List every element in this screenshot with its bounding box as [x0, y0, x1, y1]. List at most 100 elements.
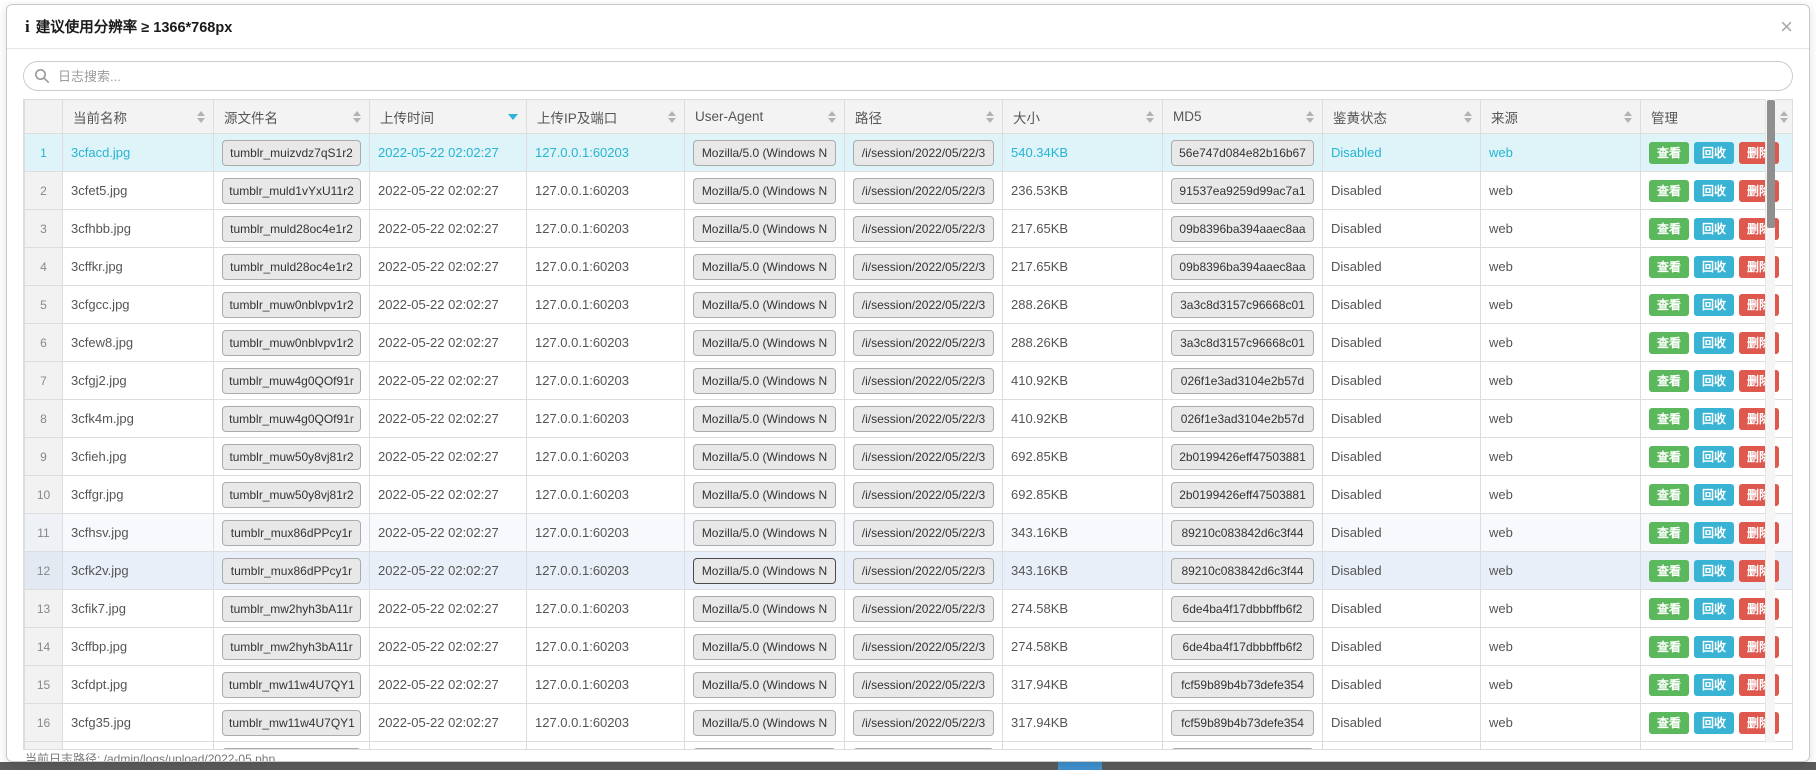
view-button[interactable]: 查看 [1649, 446, 1689, 468]
path-pill[interactable]: /i/session/2022/05/22/3 [853, 292, 994, 318]
recycle-button[interactable]: 回收 [1694, 446, 1734, 468]
user-agent-pill[interactable]: Mozilla/5.0 (Windows N [693, 330, 836, 356]
user-agent-pill[interactable]: Mozilla/5.0 (Windows N [693, 672, 836, 698]
user-agent-pill[interactable]: Mozilla/5.0 (Windows N [693, 216, 836, 242]
path-pill[interactable]: /i/session/2022/05/22/3 [853, 406, 994, 432]
view-button[interactable]: 查看 [1649, 218, 1689, 240]
source-file-pill[interactable]: tumblr_mw11w4U7QY1 [222, 710, 361, 736]
scrollbar-thumb[interactable] [1767, 100, 1775, 228]
path-pill[interactable]: /i/session/2022/05/22/3 [853, 178, 994, 204]
recycle-button[interactable]: 回收 [1694, 370, 1734, 392]
user-agent-pill[interactable]: Mozilla/5.0 (Windows N [693, 558, 836, 584]
path-pill[interactable]: /i/session/2022/05/22/3 [853, 254, 994, 280]
md5-pill[interactable]: 2b0199426eff47503881 [1171, 482, 1314, 508]
source-file-pill[interactable]: tumblr_muld1vYxU11r2 [222, 178, 361, 204]
column-header-6[interactable]: 路径 [845, 100, 1003, 134]
path-pill[interactable] [853, 748, 994, 750]
recycle-button[interactable]: 回收 [1694, 636, 1734, 658]
view-button[interactable]: 查看 [1649, 522, 1689, 544]
md5-pill[interactable]: 56e747d084e82b16b67 [1171, 140, 1314, 166]
md5-pill[interactable] [1171, 748, 1314, 750]
recycle-button[interactable]: 回收 [1694, 598, 1734, 620]
path-pill[interactable]: /i/session/2022/05/22/3 [853, 140, 994, 166]
view-button[interactable]: 查看 [1649, 294, 1689, 316]
recycle-button[interactable]: 回收 [1694, 408, 1734, 430]
path-pill[interactable]: /i/session/2022/05/22/3 [853, 216, 994, 242]
source-file-pill[interactable]: tumblr_muw50y8vj81r2 [222, 444, 361, 470]
view-button[interactable]: 查看 [1649, 598, 1689, 620]
md5-pill[interactable]: 6de4ba4f17dbbbffb6f2 [1171, 596, 1314, 622]
column-header-2[interactable]: 源文件名 [214, 100, 370, 134]
source-file-pill[interactable]: tumblr_mw2hyh3bA11r [222, 634, 361, 660]
source-file-pill[interactable]: tumblr_mw11w4U7QY1 [222, 672, 361, 698]
user-agent-pill[interactable]: Mozilla/5.0 (Windows N [693, 596, 836, 622]
vertical-scrollbar[interactable] [1765, 99, 1775, 743]
md5-pill[interactable]: 026f1e3ad3104e2b57d [1171, 368, 1314, 394]
user-agent-pill[interactable]: Mozilla/5.0 (Windows N [693, 368, 836, 394]
md5-pill[interactable]: 89210c083842d6c3f44 [1171, 558, 1314, 584]
sort-icon[interactable] [1624, 111, 1632, 123]
path-pill[interactable]: /i/session/2022/05/22/3 [853, 482, 994, 508]
close-icon[interactable]: × [1780, 5, 1793, 49]
recycle-button[interactable]: 回收 [1694, 560, 1734, 582]
view-button[interactable]: 查看 [1649, 484, 1689, 506]
view-button[interactable]: 查看 [1649, 180, 1689, 202]
sort-icon[interactable] [986, 111, 994, 123]
source-file-pill[interactable]: tumblr_muld28oc4e1r2 [222, 216, 361, 242]
path-pill[interactable]: /i/session/2022/05/22/3 [853, 596, 994, 622]
view-button[interactable]: 查看 [1649, 712, 1689, 734]
user-agent-pill[interactable]: Mozilla/5.0 (Windows N [693, 634, 836, 660]
recycle-button[interactable]: 回收 [1694, 712, 1734, 734]
path-pill[interactable]: /i/session/2022/05/22/3 [853, 710, 994, 736]
recycle-button[interactable]: 回收 [1694, 218, 1734, 240]
sort-icon[interactable] [668, 111, 676, 123]
sort-icon[interactable] [197, 111, 205, 123]
path-pill[interactable]: /i/session/2022/05/22/3 [853, 558, 994, 584]
recycle-button[interactable]: 回收 [1694, 256, 1734, 278]
source-file-pill[interactable]: tumblr_muizvdz7qS1r2 [222, 140, 361, 166]
source-file-pill[interactable]: tumblr_muw4g0QOf91r [222, 368, 361, 394]
source-file-pill[interactable]: tumblr_mux86dPPcy1r [222, 520, 361, 546]
md5-pill[interactable]: 6de4ba4f17dbbbffb6f2 [1171, 634, 1314, 660]
recycle-button[interactable]: 回收 [1694, 522, 1734, 544]
recycle-button[interactable]: 回收 [1694, 484, 1734, 506]
view-button[interactable]: 查看 [1649, 674, 1689, 696]
recycle-button[interactable]: 回收 [1694, 142, 1734, 164]
md5-pill[interactable]: 89210c083842d6c3f44 [1171, 520, 1314, 546]
user-agent-pill[interactable] [693, 748, 836, 750]
column-header-7[interactable]: 大小 [1003, 100, 1163, 134]
column-header-8[interactable]: MD5 [1163, 100, 1323, 134]
view-button[interactable]: 查看 [1649, 560, 1689, 582]
view-button[interactable]: 查看 [1649, 142, 1689, 164]
view-button[interactable]: 查看 [1649, 370, 1689, 392]
column-header-9[interactable]: 鉴黄状态 [1323, 100, 1481, 134]
sort-icon[interactable] [828, 111, 836, 123]
sort-icon[interactable] [1306, 111, 1314, 123]
user-agent-pill[interactable]: Mozilla/5.0 (Windows N [693, 140, 836, 166]
column-header-1[interactable]: 当前名称 [63, 100, 214, 134]
column-header-10[interactable]: 来源 [1481, 100, 1641, 134]
view-button[interactable]: 查看 [1649, 256, 1689, 278]
user-agent-pill[interactable]: Mozilla/5.0 (Windows N [693, 482, 836, 508]
path-pill[interactable]: /i/session/2022/05/22/3 [853, 634, 994, 660]
md5-pill[interactable]: 09b8396ba394aaec8aa [1171, 254, 1314, 280]
source-file-pill[interactable]: tumblr_muld28oc4e1r2 [222, 254, 361, 280]
sort-icon[interactable] [1146, 111, 1154, 123]
source-file-pill[interactable]: tumblr_muw0nblvpv1r2 [222, 330, 361, 356]
user-agent-pill[interactable]: Mozilla/5.0 (Windows N [693, 710, 836, 736]
md5-pill[interactable]: fcf59b89b4b73defe354 [1171, 672, 1314, 698]
recycle-button[interactable]: 回收 [1694, 294, 1734, 316]
source-file-pill[interactable] [222, 748, 361, 750]
column-header-4[interactable]: 上传IP及端口 [527, 100, 685, 134]
view-button[interactable]: 查看 [1649, 408, 1689, 430]
column-header-5[interactable]: User-Agent [685, 100, 845, 134]
recycle-button[interactable]: 回收 [1694, 180, 1734, 202]
source-file-pill[interactable]: tumblr_muw0nblvpv1r2 [222, 292, 361, 318]
md5-pill[interactable]: fcf59b89b4b73defe354 [1171, 710, 1314, 736]
md5-pill[interactable]: 026f1e3ad3104e2b57d [1171, 406, 1314, 432]
source-file-pill[interactable]: tumblr_muw50y8vj81r2 [222, 482, 361, 508]
recycle-button[interactable]: 回收 [1694, 332, 1734, 354]
source-file-pill[interactable]: tumblr_muw4g0QOf91r [222, 406, 361, 432]
view-button[interactable]: 查看 [1649, 636, 1689, 658]
path-pill[interactable]: /i/session/2022/05/22/3 [853, 520, 994, 546]
